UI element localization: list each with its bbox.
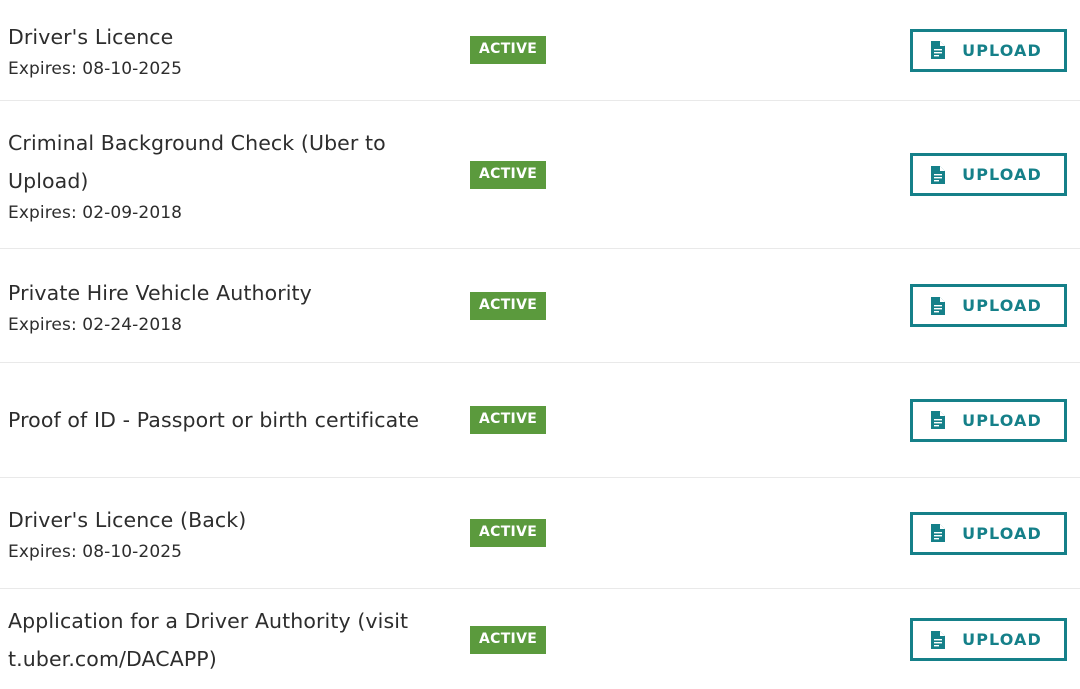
document-file-icon: [931, 524, 946, 542]
upload-button[interactable]: UPLOAD: [910, 284, 1067, 327]
document-file-icon: [931, 411, 946, 429]
document-title: Driver's Licence: [8, 25, 174, 49]
document-file-icon: [931, 41, 946, 59]
document-action-cell: UPLOAD: [910, 398, 1080, 442]
document-row: Application for a Driver Authority (visi…: [0, 589, 1080, 689]
document-info: Private Hire Vehicle Authority Expires: …: [0, 274, 470, 338]
document-expiry: Expires: 08-10-2025: [8, 542, 183, 562]
document-title: Proof of ID - Passport or birth certific…: [8, 408, 420, 432]
upload-button-label: UPLOAD: [962, 165, 1042, 184]
upload-button-label: UPLOAD: [962, 296, 1042, 315]
document-info: Driver's Licence (Back) Expires: 08-10-2…: [0, 501, 470, 565]
document-title: Criminal Background Check (Uber to Uploa…: [8, 130, 386, 193]
document-action-cell: UPLOAD: [910, 511, 1080, 555]
document-status-cell: ACTIVE: [470, 625, 910, 654]
document-status-cell: ACTIVE: [470, 291, 910, 320]
document-info: Criminal Background Check (Uber to Uploa…: [0, 124, 470, 226]
document-status-cell: ACTIVE: [470, 160, 910, 189]
document-info: Proof of ID - Passport or birth certific…: [0, 401, 470, 439]
document-action-cell: UPLOAD: [910, 153, 1080, 196]
upload-button[interactable]: UPLOAD: [910, 398, 1067, 442]
document-status-cell: ACTIVE: [470, 406, 910, 434]
document-status-cell: ACTIVE: [470, 519, 910, 547]
document-row: Proof of ID - Passport or birth certific…: [0, 363, 1080, 478]
upload-button[interactable]: UPLOAD: [910, 153, 1067, 196]
document-file-icon: [931, 165, 946, 184]
status-badge: ACTIVE: [470, 160, 547, 189]
documents-list: Driver's Licence Expires: 08-10-2025 ACT…: [0, 0, 1080, 689]
document-file-icon: [931, 630, 946, 649]
document-title: Driver's Licence (Back): [8, 508, 247, 532]
document-row: Driver's Licence Expires: 08-10-2025 ACT…: [0, 0, 1080, 101]
upload-button[interactable]: UPLOAD: [910, 618, 1067, 661]
upload-button-label: UPLOAD: [962, 410, 1042, 430]
upload-button[interactable]: UPLOAD: [910, 511, 1067, 555]
upload-button-label: UPLOAD: [962, 630, 1042, 649]
document-action-cell: UPLOAD: [910, 28, 1080, 72]
document-info: Driver's Licence Expires: 08-10-2025: [0, 18, 470, 82]
status-badge: ACTIVE: [470, 406, 547, 434]
document-file-icon: [931, 296, 946, 315]
document-action-cell: UPLOAD: [910, 284, 1080, 327]
document-row: Criminal Background Check (Uber to Uploa…: [0, 101, 1080, 249]
document-title: Private Hire Vehicle Authority: [8, 280, 312, 305]
document-row: Private Hire Vehicle Authority Expires: …: [0, 249, 1080, 363]
document-expiry: Expires: 08-10-2025: [8, 59, 183, 79]
status-badge: ACTIVE: [470, 625, 547, 654]
status-badge: ACTIVE: [470, 291, 547, 320]
document-expiry: Expires: 02-09-2018: [8, 202, 183, 223]
document-info: Application for a Driver Authority (visi…: [0, 602, 470, 678]
document-status-cell: ACTIVE: [470, 36, 910, 64]
document-expiry: Expires: 02-24-2018: [8, 314, 183, 335]
document-row: Driver's Licence (Back) Expires: 08-10-2…: [0, 478, 1080, 589]
status-badge: ACTIVE: [470, 36, 547, 64]
upload-button-label: UPLOAD: [962, 523, 1042, 543]
upload-button[interactable]: UPLOAD: [910, 28, 1067, 72]
document-action-cell: UPLOAD: [910, 618, 1080, 661]
status-badge: ACTIVE: [470, 519, 547, 547]
upload-button-label: UPLOAD: [962, 40, 1042, 60]
document-title: Application for a Driver Authority (visi…: [8, 608, 409, 671]
